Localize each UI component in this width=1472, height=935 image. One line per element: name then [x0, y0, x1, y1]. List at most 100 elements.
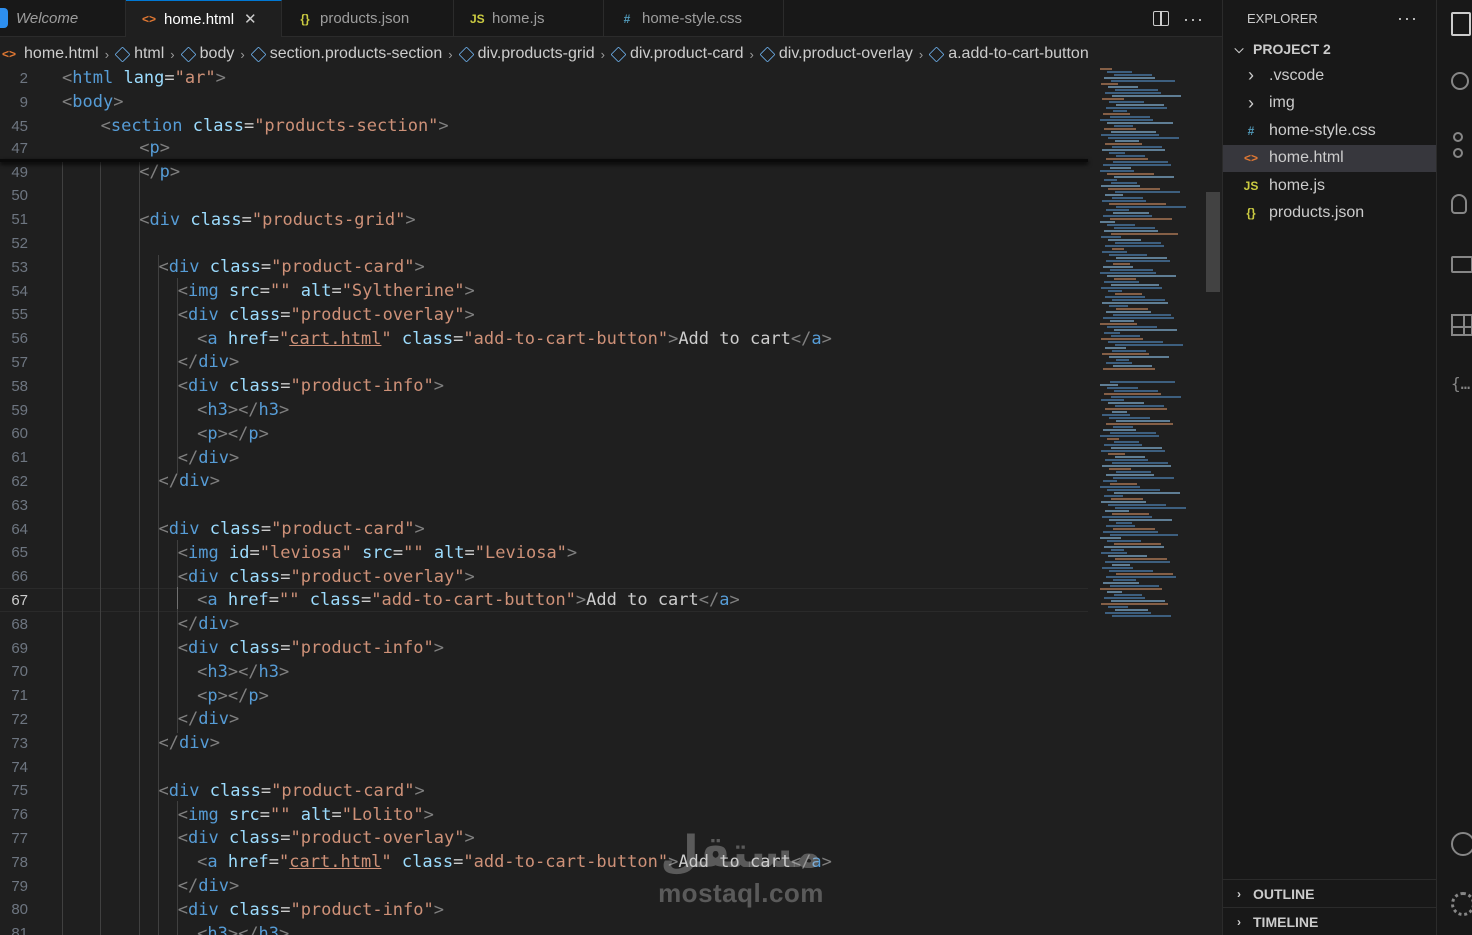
minimap-line [1112, 299, 1165, 301]
search-icon[interactable] [1451, 72, 1469, 90]
source-control-icon[interactable] [1451, 132, 1472, 158]
code-line[interactable]: 53 <div class="product-card"> [0, 255, 1088, 279]
minimap-line [1105, 561, 1170, 563]
code-token: = [241, 209, 252, 230]
timeline-section-header[interactable]: › TIMELINE [1223, 907, 1437, 935]
editor-scrollbar-thumb[interactable] [1206, 192, 1220, 292]
code-token: > [438, 116, 449, 136]
code-line[interactable]: 50 [0, 184, 1088, 208]
more-actions-icon[interactable]: ··· [1183, 10, 1204, 28]
code-line[interactable]: 51 <div class="products-grid"> [0, 208, 1088, 232]
close-icon[interactable]: ✕ [244, 10, 257, 28]
tab-welcome[interactable]: Welcome [0, 0, 126, 37]
explorer-more-icon[interactable]: ··· [1397, 9, 1418, 27]
code-token: class [229, 304, 281, 325]
minimap-line [1108, 341, 1163, 343]
code-line[interactable]: 67 <a href="" class="add-to-cart-button">… [0, 588, 1088, 613]
sticky-scroll-line[interactable]: 2 <html lang="ar"> [0, 66, 1088, 90]
code-line[interactable]: 69 <div class="product-info"> [0, 636, 1088, 660]
code-line[interactable]: 73 </div> [0, 731, 1088, 755]
code-line[interactable]: 60 <p></p> [0, 422, 1088, 446]
code-line[interactable]: 65 <img id="leviosa" src="" alt="Leviosa"… [0, 541, 1088, 565]
tab-home-html[interactable]: <> home.html ✕ [126, 0, 282, 37]
code-token: ></ [227, 923, 259, 935]
code-text: </div> [52, 733, 220, 753]
code-line[interactable]: 75 <div class="product-card"> [0, 779, 1088, 803]
code-line[interactable]: 79 </div> [0, 874, 1088, 898]
code-line[interactable]: 68 </div> [0, 612, 1088, 636]
breadcrumb-item[interactable]: section.products-section [250, 45, 442, 63]
code-line[interactable]: 49 </p> [0, 160, 1088, 184]
minimap-line [1114, 492, 1180, 494]
code-line[interactable]: 62 </div> [0, 469, 1088, 493]
explorer-item-home-stylecss[interactable]: # home-style.css [1223, 117, 1436, 145]
code-line[interactable]: 72 </div> [0, 707, 1088, 731]
breadcrumb-item[interactable]: a.add-to-cart-button [928, 45, 1089, 63]
code-line[interactable]: 76 <img src="" alt="Lolito"> [0, 803, 1088, 827]
code-line[interactable]: 58 <div class="product-info"> [0, 374, 1088, 398]
sticky-scroll-line[interactable]: 45 <section class="products-section"> [0, 114, 1088, 138]
account-icon[interactable] [1451, 832, 1472, 856]
json-outline-icon[interactable]: {… [1451, 374, 1472, 400]
code-line[interactable]: 61 </div> [0, 446, 1088, 470]
minimap[interactable] [1094, 68, 1204, 628]
code-text: <p></p> [52, 686, 269, 706]
code-line[interactable]: 66 <div class="product-overlay"> [0, 565, 1088, 589]
code-line[interactable]: 63 [0, 493, 1088, 517]
code-line[interactable]: 54 <img src="" alt="Syltherine"> [0, 279, 1088, 303]
code-line[interactable]: 57 </div> [0, 350, 1088, 374]
breadcrumb-item[interactable]: div.products-grid [458, 45, 595, 63]
extensions-icon[interactable] [1451, 314, 1472, 336]
run-debug-icon[interactable] [1451, 194, 1467, 214]
project-folder-header[interactable]: ⌵ PROJECT 2 [1223, 36, 1436, 62]
breadcrumb-item[interactable]: body [180, 45, 234, 63]
code-token: > [258, 423, 269, 444]
line-number: 80 [11, 901, 28, 919]
code-line[interactable]: 64 <div class="product-card"> [0, 517, 1088, 541]
split-editor-icon[interactable] [1153, 11, 1170, 26]
sticky-scroll-line[interactable]: 47 <p> [0, 136, 1088, 160]
code-line[interactable]: 59 <h3></h3> [0, 398, 1088, 422]
code-line[interactable]: 71 <p></p> [0, 684, 1088, 708]
breadcrumb-item[interactable]: html [114, 45, 164, 63]
code-text: <p></p> [52, 424, 269, 444]
gear-icon[interactable] [1451, 892, 1472, 916]
code-line[interactable]: 74 [0, 755, 1088, 779]
sticky-scroll-line[interactable]: 9 <body> [0, 90, 1088, 114]
remote-explorer-icon[interactable] [1451, 256, 1472, 273]
code-text: <section class="products-section"> [52, 116, 449, 136]
code-line[interactable]: 52 [0, 231, 1088, 255]
breadcrumb-item[interactable]: div.product-overlay [759, 45, 913, 63]
minimap-line [1100, 323, 1137, 325]
minimap-line [1109, 356, 1169, 358]
minimap-line [1105, 347, 1126, 349]
code-line[interactable]: 70 <h3></h3> [0, 660, 1088, 684]
timeline-label: TIMELINE [1253, 913, 1319, 930]
explorer-item-homejs[interactable]: JS home.js [1223, 172, 1436, 200]
explorer-item-vscode[interactable]: › .vscode [1223, 62, 1436, 90]
tab-home-js[interactable]: JS home.js [454, 0, 604, 37]
code-line[interactable]: 55 <div class="product-overlay"> [0, 303, 1088, 327]
code-line[interactable]: 81 <h3></h3> [0, 922, 1088, 935]
watermark: مستقل mostaql.com [646, 828, 836, 909]
breadcrumb-item[interactable]: div.product-card [610, 45, 744, 63]
tab-products-json[interactable]: {} products.json [282, 0, 454, 37]
code-editor[interactable]: 2 <html lang="ar"> 9 <body> 45 <section class… [0, 66, 1208, 935]
code-line[interactable]: 56 <a href="cart.html" class="add-to-cart… [0, 327, 1088, 351]
code-line[interactable]: 80 <div class="product-info"> [0, 898, 1088, 922]
code-token: div [198, 447, 229, 468]
code-line[interactable]: 77 <div class="product-overlay"> [0, 826, 1088, 850]
line-number: 77 [11, 829, 28, 847]
explorer-item-img[interactable]: › img [1223, 90, 1436, 118]
tab-home-style-css[interactable]: # home-style.css [604, 0, 784, 37]
explorer-item-productsjson[interactable]: {} products.json [1223, 200, 1436, 228]
outline-section-header[interactable]: › OUTLINE [1223, 879, 1437, 907]
code-line[interactable]: 78 <a href="cart.html" class="add-to-cart… [0, 850, 1088, 874]
breadcrumb-item[interactable]: <> home.html [2, 45, 99, 63]
code-token: class [229, 899, 281, 920]
line-number: 64 [11, 520, 28, 538]
explorer-files-icon[interactable] [1451, 12, 1471, 36]
explorer-item-homehtml[interactable]: <> home.html [1223, 144, 1436, 172]
html-icon: <> [2, 46, 17, 61]
code-token: href [227, 328, 269, 349]
